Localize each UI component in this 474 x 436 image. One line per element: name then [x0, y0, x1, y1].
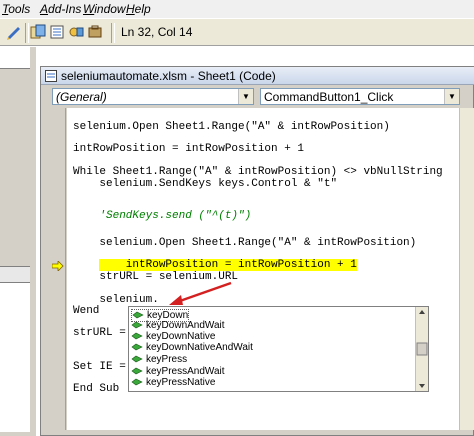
code-window-titlebar[interactable]: seleniumautomate.xlsm - Sheet1 (Code) [41, 67, 474, 85]
properties-icon[interactable] [49, 24, 65, 40]
toolbar-separator [25, 23, 29, 43]
menu-bar: Tools Add-Ins Window Help [0, 0, 474, 18]
method-icon [131, 343, 143, 351]
menu-add-ins[interactable]: Add-Ins [40, 2, 81, 16]
code-window-title: seleniumautomate.xlsm - Sheet1 (Code) [61, 69, 276, 83]
autocomplete-item[interactable]: keyPress [131, 354, 187, 365]
code-line: intRowPosition = intRowPosition + 1 [73, 143, 305, 155]
method-icon [131, 367, 143, 375]
code-line: selenium.SendKeys keys.Control & "t" [73, 178, 338, 190]
current-line-arrow-icon [51, 260, 64, 274]
method-icon [131, 355, 143, 363]
toolbar-separator [111, 23, 115, 43]
toolbox-icon[interactable] [87, 24, 103, 40]
autocomplete-list[interactable]: keyDown keyDownAndWait keyDownNative key… [128, 306, 429, 392]
autocomplete-item[interactable]: keyDownNativeAndWait [131, 342, 253, 353]
menu-tools[interactable]: Tools [2, 2, 30, 16]
code-line: End Sub [73, 383, 120, 395]
code-line: Wend [73, 305, 100, 317]
code-line: selenium.Open Sheet1.Range("A" & intRowP… [73, 237, 417, 249]
procedure-dropdown-value: CommandButton1_Click [264, 90, 394, 104]
code-comment-line: 'SendKeys.send ("^(t)") [73, 210, 252, 222]
method-icon [131, 332, 143, 340]
execution-highlight: intRowPosition = intRowPosition + 1 [99, 259, 357, 271]
module-icon [45, 70, 57, 82]
cursor-position-status: Ln 32, Col 14 [121, 25, 193, 39]
chevron-down-icon[interactable]: ▼ [444, 89, 459, 104]
autocomplete-item[interactable]: keyDownNative [131, 331, 215, 342]
properties-pane-header [0, 266, 30, 282]
annotation-arrow [169, 281, 232, 305]
autocomplete-item[interactable]: keyPressNative [131, 377, 215, 388]
autocomplete-scrollbar[interactable] [415, 307, 428, 391]
properties-pane[interactable] [0, 282, 30, 432]
toolbar: Ln 32, Col 14 [0, 18, 474, 46]
menu-window[interactable]: Window [83, 2, 126, 16]
object-dropdown-value: (General) [56, 90, 107, 104]
menu-help[interactable]: Help [126, 2, 151, 16]
vertical-scrollbar[interactable] [459, 108, 474, 430]
margin-indicator-bar[interactable] [50, 108, 66, 430]
object-browser-icon[interactable] [68, 24, 84, 40]
procedure-dropdown[interactable]: CommandButton1_Click ▼ [260, 88, 460, 105]
code-line: selenium.Open Sheet1.Range("A" & intRowP… [73, 121, 390, 133]
method-icon [132, 311, 144, 319]
chevron-down-icon[interactable]: ▼ [238, 89, 253, 104]
object-dropdown[interactable]: (General) ▼ [52, 88, 254, 105]
method-icon [131, 378, 143, 386]
autocomplete-item[interactable]: keyDownAndWait [131, 320, 225, 331]
project-explorer-pane[interactable] [0, 47, 30, 69]
design-mode-icon[interactable] [6, 24, 22, 40]
autocomplete-item[interactable]: keyPressAndWait [131, 366, 225, 377]
project-explorer-icon[interactable] [30, 24, 46, 40]
method-icon [131, 321, 143, 329]
